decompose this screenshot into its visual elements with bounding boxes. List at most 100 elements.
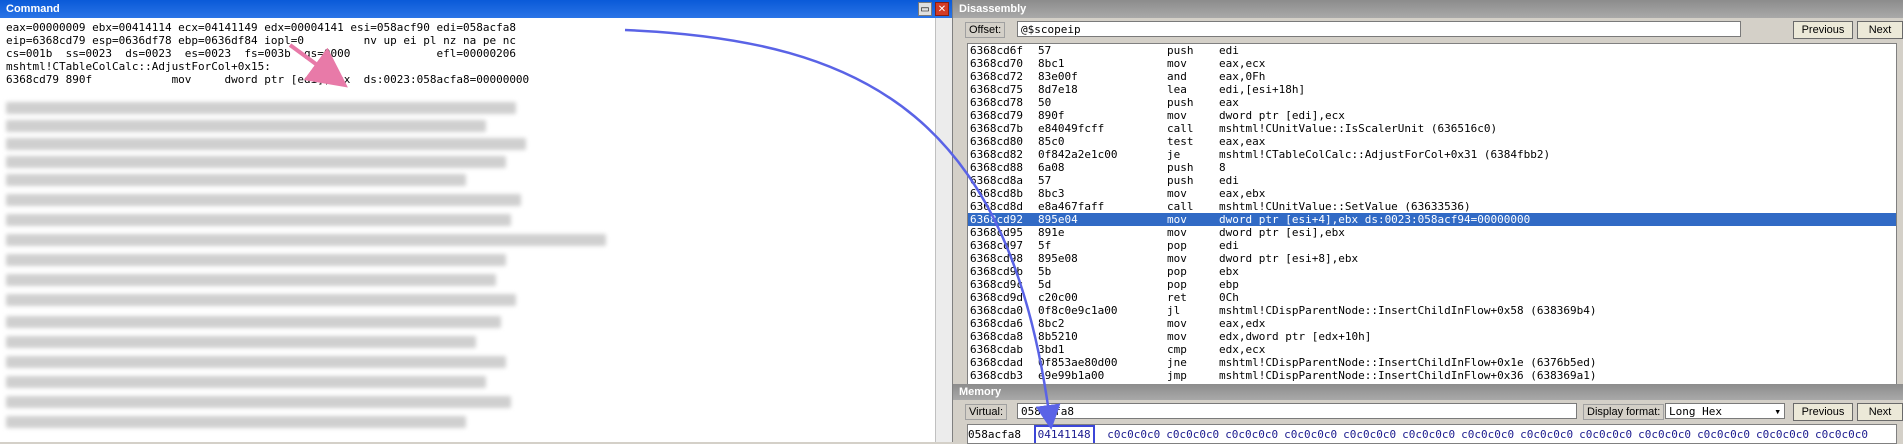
memory-value: c0c0c0c0 xyxy=(1461,428,1515,441)
disassembly-addr: 6368cd8a xyxy=(970,174,1023,187)
disassembly-addr: 6368cd98 xyxy=(970,252,1023,265)
disassembly-op: dword ptr [esi],ebx xyxy=(1219,226,1345,239)
command-line: cs=001b ss=0023 ds=0023 es=0023 fs=003b … xyxy=(6,47,516,60)
next-button[interactable]: Next xyxy=(1857,21,1903,39)
disassembly-row[interactable]: 6368cd8b 8bc3 mov eax,ebx xyxy=(968,187,1896,200)
disassembly-addr: 6368cd78 xyxy=(970,96,1023,109)
memory-value: c0c0c0c0 xyxy=(1343,428,1397,441)
disassembly-row[interactable]: 6368cda8 8b5210 mov edx,dword ptr [edx+10h] xyxy=(968,330,1896,343)
disassembly-op: mshtml!CUnitValue::IsScalerUnit (636516c… xyxy=(1219,122,1498,135)
disassembly-bytes: 890f xyxy=(1038,109,1065,122)
disassembly-mn: call xyxy=(1167,122,1194,135)
disassembly-mn: and xyxy=(1167,70,1187,83)
disassembly-row[interactable]: 6368cdad 0f853ae80d00 jne mshtml!CDispParen… xyxy=(968,356,1896,369)
disassembly-op: dword ptr [esi+8],ebx xyxy=(1219,252,1359,265)
disassembly-bytes: 8bc3 xyxy=(1038,187,1065,200)
disassembly-bytes: 5f xyxy=(1038,239,1052,252)
disassembly-mn: pop xyxy=(1167,265,1187,278)
display-format-select[interactable]: Long Hex ▾ xyxy=(1665,403,1785,419)
disassembly-row[interactable]: 6368cdab 3bd1 cmp edx,ecx xyxy=(968,343,1896,356)
disassembly-mn: ret xyxy=(1167,291,1187,304)
disassembly-row[interactable]: 6368cd97 5f pop edi xyxy=(968,239,1896,252)
disassembly-row[interactable]: 6368cd8a 57 push edi xyxy=(968,174,1896,187)
close-icon[interactable]: ✕ xyxy=(935,2,949,16)
disassembly-bytes: 85c0 xyxy=(1038,135,1065,148)
memory-value: c0c0c0c0 xyxy=(1815,428,1869,441)
disassembly-row[interactable]: 6368cd98 895e08 mov dword ptr [esi+8],ebx xyxy=(968,252,1896,265)
disassembly-mn: push xyxy=(1167,174,1194,187)
memory-previous-button[interactable]: Previous xyxy=(1793,403,1853,421)
disassembly-addr: 6368cd70 xyxy=(970,57,1023,70)
disassembly-row[interactable]: 6368cd78 50 push eax xyxy=(968,96,1896,109)
memory-next-button[interactable]: Next xyxy=(1857,403,1903,421)
disassembly-op: edx,dword ptr [edx+10h] xyxy=(1219,330,1372,343)
disassembly-row[interactable]: 6368cd9b 5b pop ebx xyxy=(968,265,1896,278)
disassembly-row[interactable]: 6368cd9d c20c00 ret 0Ch xyxy=(968,291,1896,304)
memory-value: c0c0c0c0 xyxy=(1402,428,1456,441)
disassembly-row[interactable]: 6368cd88 6a08 push 8 xyxy=(968,161,1896,174)
disassembly-row[interactable]: 6368cda0 0f8c0e9c1a00 jl mshtml!CDispParent… xyxy=(968,304,1896,317)
disassembly-list[interactable]: 6368cd6f 57 push edi 6368cd70 8bc1 mov eax,ecx 6… xyxy=(967,43,1897,385)
disassembly-row[interactable]: 6368cd72 83e00f and eax,0Fh xyxy=(968,70,1896,83)
disassembly-row[interactable]: 6368cd95 891e mov dword ptr [esi],ebx xyxy=(968,226,1896,239)
display-format-value: Long Hex xyxy=(1669,405,1722,418)
disassembly-op: dword ptr [esi+4],ebx ds:0023:058acf94=0… xyxy=(1219,213,1531,226)
disassembly-mn: push xyxy=(1167,44,1194,57)
disassembly-addr: 6368cd97 xyxy=(970,239,1023,252)
disassembly-row[interactable]: 6368cdb3 e9e99b1a00 jmp mshtml!CDispParentN… xyxy=(968,369,1896,382)
offset-label: Offset: xyxy=(965,22,1006,38)
minimize-icon[interactable]: ▭ xyxy=(918,2,932,16)
disassembly-row[interactable]: 6368cd9c 5d pop ebp xyxy=(968,278,1896,291)
disassembly-row[interactable]: 6368cd70 8bc1 mov eax,ecx xyxy=(968,57,1896,70)
memory-row[interactable]: 058acfa8 04141148 c0c0c0c0 c0c0c0c0 c0c0c0… xyxy=(967,424,1897,444)
command-line: eip=6368cd79 esp=0636df78 ebp=0636df84 i… xyxy=(6,34,516,47)
display-format-label: Display format: xyxy=(1583,404,1665,420)
memory-window: Memory Virtual: 058acfa8 Display format:… xyxy=(953,384,1903,444)
disassembly-bytes: 8d7e18 xyxy=(1038,83,1078,96)
disassembly-row[interactable]: 6368cda6 8bc2 mov eax,edx xyxy=(968,317,1896,330)
disassembly-op: eax,ecx xyxy=(1219,57,1266,70)
disassembly-toolbar: Offset: @$scopeip Previous Next xyxy=(965,20,1903,40)
command-scrollbar[interactable] xyxy=(935,18,952,442)
disassembly-op: mshtml!CDispParentNode::InsertChildInFlo… xyxy=(1219,369,1597,382)
disassembly-addr: 6368cdb3 xyxy=(970,369,1023,382)
offset-input[interactable]: @$scopeip xyxy=(1017,21,1741,37)
disassembly-addr: 6368cd72 xyxy=(970,70,1023,83)
memory-titlebar: Memory xyxy=(953,384,1903,400)
disassembly-row[interactable]: 6368cd8d e8a467faff call mshtml!CUnitValue:… xyxy=(968,200,1896,213)
disassembly-addr: 6368cd8d xyxy=(970,200,1023,213)
disassembly-bytes: 895e04 xyxy=(1038,213,1078,226)
virtual-input[interactable]: 058acfa8 xyxy=(1017,403,1577,419)
disassembly-bytes: 8bc1 xyxy=(1038,57,1065,70)
disassembly-op: eax xyxy=(1219,96,1239,109)
disassembly-row[interactable]: 6368cd80 85c0 test eax,eax xyxy=(968,135,1896,148)
memory-values: c0c0c0c0 c0c0c0c0 c0c0c0c0 c0c0c0c0 c0c0c0c0… xyxy=(1107,427,1874,443)
command-line: mshtml!CTableColCalc::AdjustForCol+0x15: xyxy=(6,60,271,73)
disassembly-row[interactable]: 6368cd6f 57 push edi xyxy=(968,44,1896,57)
disassembly-row[interactable]: 6368cd7b e84049fcff call mshtml!CUnitValue:… xyxy=(968,122,1896,135)
previous-button[interactable]: Previous xyxy=(1793,21,1853,39)
disassembly-bytes: 5d xyxy=(1038,278,1052,291)
disassembly-op: 8 xyxy=(1219,161,1226,174)
memory-value: c0c0c0c0 xyxy=(1166,428,1220,441)
disassembly-row[interactable]: 6368cd75 8d7e18 lea edi,[esi+18h] xyxy=(968,83,1896,96)
disassembly-addr: 6368cd9c xyxy=(970,278,1023,291)
chevron-down-icon: ▾ xyxy=(1774,405,1781,418)
disassembly-bytes: 50 xyxy=(1038,96,1052,109)
disassembly-op: ebx xyxy=(1219,265,1239,278)
disassembly-addr: 6368cd82 xyxy=(970,148,1023,161)
disassembly-bytes: 891e xyxy=(1038,226,1065,239)
disassembly-bytes: c20c00 xyxy=(1038,291,1078,304)
memory-value: c0c0c0c0 xyxy=(1638,428,1692,441)
disassembly-addr: 6368cd80 xyxy=(970,135,1023,148)
command-title: Command xyxy=(6,3,60,15)
disassembly-title: Disassembly xyxy=(959,3,1027,15)
disassembly-mn: je xyxy=(1167,148,1181,161)
disassembly-addr: 6368cd8b xyxy=(970,187,1023,200)
disassembly-row[interactable]: 6368cd79 890f mov dword ptr [edi],ecx xyxy=(968,109,1896,122)
disassembly-row[interactable]: 6368cd82 0f842a2e1c00 je mshtml!CTableColCa… xyxy=(968,148,1896,161)
disassembly-addr: 6368cd6f xyxy=(970,44,1023,57)
disassembly-op: mshtml!CTableColCalc::AdjustForCol+0x31 … xyxy=(1219,148,1551,161)
disassembly-bytes: 5b xyxy=(1038,265,1052,278)
disassembly-row[interactable]: 6368cd92 895e04 mov dword ptr [esi+4],ebx d… xyxy=(968,213,1896,226)
